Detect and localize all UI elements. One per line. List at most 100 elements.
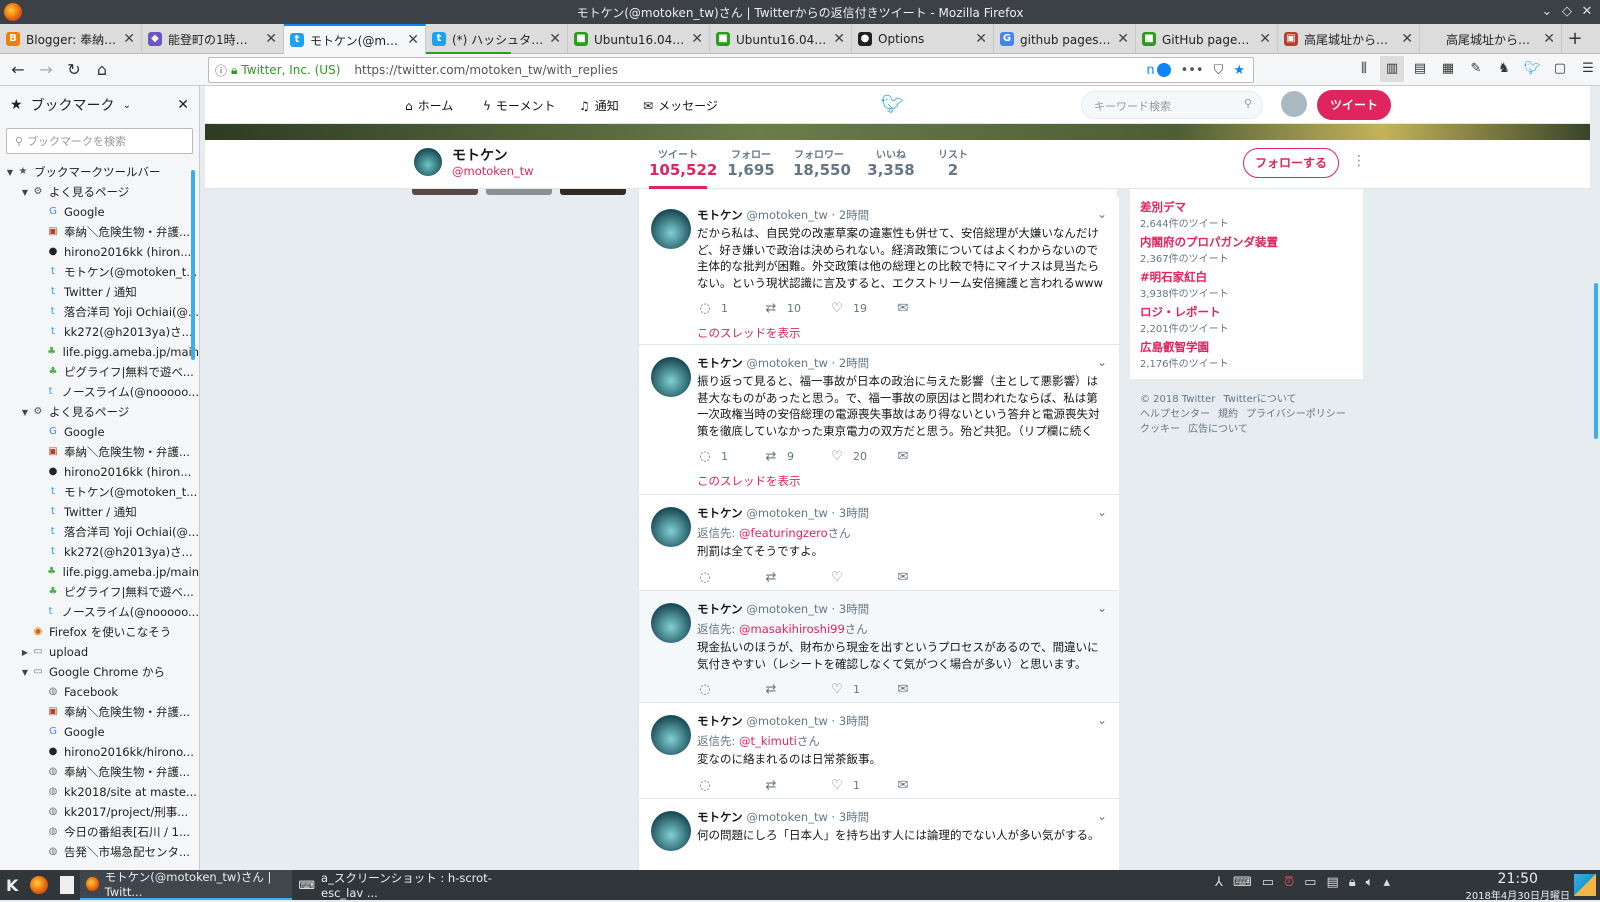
pen-icon[interactable]: ✎ <box>1464 56 1488 82</box>
dm-button[interactable]: ✉ <box>895 682 961 697</box>
twisty-icon[interactable]: ▼ <box>19 188 31 197</box>
bookmark-item[interactable]: ◍ kk2018/site at maste... <box>0 782 199 802</box>
browser-tab[interactable]: ● Options ✕ <box>852 24 994 54</box>
footer-terms[interactable]: 規約 <box>1218 409 1238 420</box>
bookmark-item[interactable]: t ノースライム(@nooooo... <box>0 602 199 622</box>
tweet-timestamp[interactable]: · 2時間 <box>832 356 870 370</box>
show-thread-link[interactable]: このスレッドを表示 <box>697 473 801 489</box>
user-avatar[interactable] <box>1281 91 1307 117</box>
nav-home[interactable]: ⌂ ホーム <box>405 97 453 114</box>
tab-close-icon[interactable]: ✕ <box>833 31 845 47</box>
taskbar-window-terminal[interactable]: ⌨ a_スクリーンショット : h-scrot-esc_lav ... <box>292 870 504 900</box>
evernote-icon[interactable]: ♞ <box>1492 56 1516 82</box>
alarm-icon[interactable]: ⏰︎ <box>1284 875 1294 890</box>
tray-app-icon[interactable]: ⅄ <box>1215 875 1223 890</box>
bookmark-item[interactable]: ● hirono2016kk (hiron... <box>0 242 199 262</box>
url-text[interactable]: https://twitter.com/motoken_tw/with_repl… <box>340 63 1146 77</box>
tweet-author-name[interactable]: モトケン <box>697 506 743 520</box>
profile-stat[interactable]: フォロワー 18,550 <box>793 146 851 179</box>
tweet-author-handle[interactable]: @motoken_tw <box>746 810 828 824</box>
retweet-button[interactable]: ⇄ <box>763 778 829 793</box>
bookmark-item[interactable]: G Google <box>0 202 199 222</box>
tweet-author-handle[interactable]: @motoken_tw <box>746 356 828 370</box>
retweet-button[interactable]: ⇄ 10 <box>763 301 829 316</box>
bookmark-item[interactable]: G Google <box>0 422 199 442</box>
like-button[interactable]: ♡ 19 <box>829 301 895 316</box>
bookmark-item[interactable]: ♣ life.pigg.ameba.jp/main <box>0 562 199 582</box>
tweet-avatar[interactable] <box>651 811 691 851</box>
reply-button[interactable]: ◌ 1 <box>697 449 763 464</box>
more-options-icon[interactable]: ⋮ <box>1352 153 1366 169</box>
media-thumb[interactable] <box>560 189 626 195</box>
reply-mention[interactable]: @masakihiroshi99 <box>739 622 845 636</box>
bookmark-item[interactable]: t ノースライム(@nooooo... <box>0 382 199 402</box>
show-thread-link[interactable]: このスレッドを表示 <box>697 325 801 341</box>
footer-help[interactable]: ヘルプセンター <box>1140 409 1210 420</box>
tweet-author-name[interactable]: モトケン <box>697 810 743 824</box>
bookmark-folder[interactable]: ▼ ⚙ よく見るページ <box>0 402 199 422</box>
browser-tab[interactable]: t モトケン(@motoken ✕ <box>284 24 426 54</box>
kde-menu-icon[interactable]: K <box>0 870 24 900</box>
dm-button[interactable]: ✉ <box>895 449 961 464</box>
bookmark-item[interactable]: ◉ Firefox を使いこなそう <box>0 622 199 642</box>
footer-cookies[interactable]: クッキー <box>1140 424 1180 435</box>
twitter-bird-icon[interactable]: 🐦︎ <box>881 94 904 115</box>
bookmark-item[interactable]: ◍ 今日の番組表[石川 / 1... <box>0 822 199 842</box>
bookmark-item[interactable]: t kk272(@h2013ya)さ... <box>0 322 199 342</box>
library-icon[interactable]: ⫼ <box>1352 56 1376 82</box>
url-bar[interactable]: ⓘ 🔒︎ Twitter, Inc. (US) https://twitter.… <box>208 57 1254 83</box>
like-button[interactable]: ♡ 20 <box>829 449 895 464</box>
footer-ads[interactable]: 広告について <box>1188 424 1248 435</box>
dm-button[interactable]: ✉ <box>895 778 961 793</box>
tray-expand-icon[interactable]: ▴ <box>1383 875 1390 890</box>
bookmark-folder[interactable]: ▼ ⚙ よく見るページ <box>0 182 199 202</box>
chevron-down-icon[interactable]: ⌄ <box>1097 207 1107 221</box>
bookmark-item[interactable]: t Twitter / 通知 <box>0 282 199 302</box>
bookmark-item[interactable]: t Twitter / 通知 <box>0 502 199 522</box>
bookmark-item[interactable]: ● hirono2016kk (hiron... <box>0 462 199 482</box>
chevron-down-icon[interactable]: ⌄ <box>123 100 131 111</box>
browser-tab[interactable]: ◆ 能登町の1時間天気 ✕ <box>142 24 284 54</box>
tab-close-icon[interactable]: ✕ <box>123 31 135 47</box>
twisty-icon[interactable]: ▼ <box>19 408 31 417</box>
minimize-icon[interactable]: ⌄ <box>1538 3 1556 21</box>
bookmark-folder[interactable]: ▼ ★ ブックマークツールバー <box>0 162 199 182</box>
bookmark-search-input[interactable]: ⚲ ブックマークを検索 <box>6 128 193 154</box>
keyboard-icon[interactable]: ⌨ <box>1233 875 1252 890</box>
reader-badge[interactable]: n <box>1146 63 1171 78</box>
firefox-launcher-icon[interactable] <box>24 870 54 900</box>
footer-privacy[interactable]: プライバシーポリシー <box>1246 409 1346 420</box>
twitter-search-input[interactable]: キーワード検索 ⚲ <box>1081 91 1263 119</box>
like-button[interactable]: ♡ <box>829 570 895 585</box>
tweet-author-handle[interactable]: @motoken_tw <box>746 208 828 222</box>
bookmark-item[interactable]: t 落合洋司 Yoji Ochiai(@... <box>0 522 199 542</box>
like-button[interactable]: ♡ 1 <box>829 778 895 793</box>
browser-tab[interactable]: ■ Ubuntu16.04にap ✕ <box>568 24 710 54</box>
trend-item[interactable]: #明石家紅白 3,938件のツイート <box>1140 269 1229 300</box>
pocket-icon[interactable]: ⛉ <box>1214 63 1224 78</box>
maximize-icon[interactable]: ◇ <box>1558 3 1576 21</box>
profile-name[interactable]: モトケン <box>452 145 508 165</box>
tweet-avatar[interactable] <box>651 603 691 643</box>
tweet[interactable]: モトケン @motoken_tw · 3時間 ⌄ 返信先: @featuringz… <box>639 495 1119 591</box>
trend-item[interactable]: 広島叡智学園 2,176件のツイート <box>1140 339 1229 370</box>
browser-tab[interactable]: ■ GitHub pagesで更 ✕ <box>1136 24 1278 54</box>
new-tab-icon[interactable]: + <box>1562 24 1588 54</box>
profile-stat[interactable]: フォロー 1,695 <box>725 146 777 179</box>
reply-button[interactable]: ◌ <box>697 778 763 793</box>
nav-moments[interactable]: ϟ モーメント <box>483 97 555 114</box>
bookmark-star-icon[interactable]: ★ <box>1233 63 1245 78</box>
show-desktop-icon[interactable] <box>1574 874 1596 896</box>
profile-stat[interactable]: いいね 3,358 <box>865 146 917 179</box>
twitter-addon-icon[interactable]: 🐦︎ <box>1520 56 1544 82</box>
chevron-down-icon[interactable]: ⌄ <box>1097 809 1107 823</box>
bookmark-item[interactable]: ♣ life.pigg.ameba.jp/main <box>0 342 199 362</box>
nav-messages[interactable]: ✉ メッセージ <box>643 97 718 114</box>
hamburger-menu-icon[interactable]: ☰ <box>1576 56 1600 82</box>
twisty-icon[interactable]: ▼ <box>19 668 31 677</box>
clipboard-icon[interactable]: ▢ <box>1548 56 1572 82</box>
reply-button[interactable]: ◌ <box>697 570 763 585</box>
files-launcher-icon[interactable] <box>54 870 80 900</box>
sidebar-toggle-icon[interactable]: ▥ <box>1380 56 1404 82</box>
page-actions-icon[interactable]: ••• <box>1181 63 1204 78</box>
